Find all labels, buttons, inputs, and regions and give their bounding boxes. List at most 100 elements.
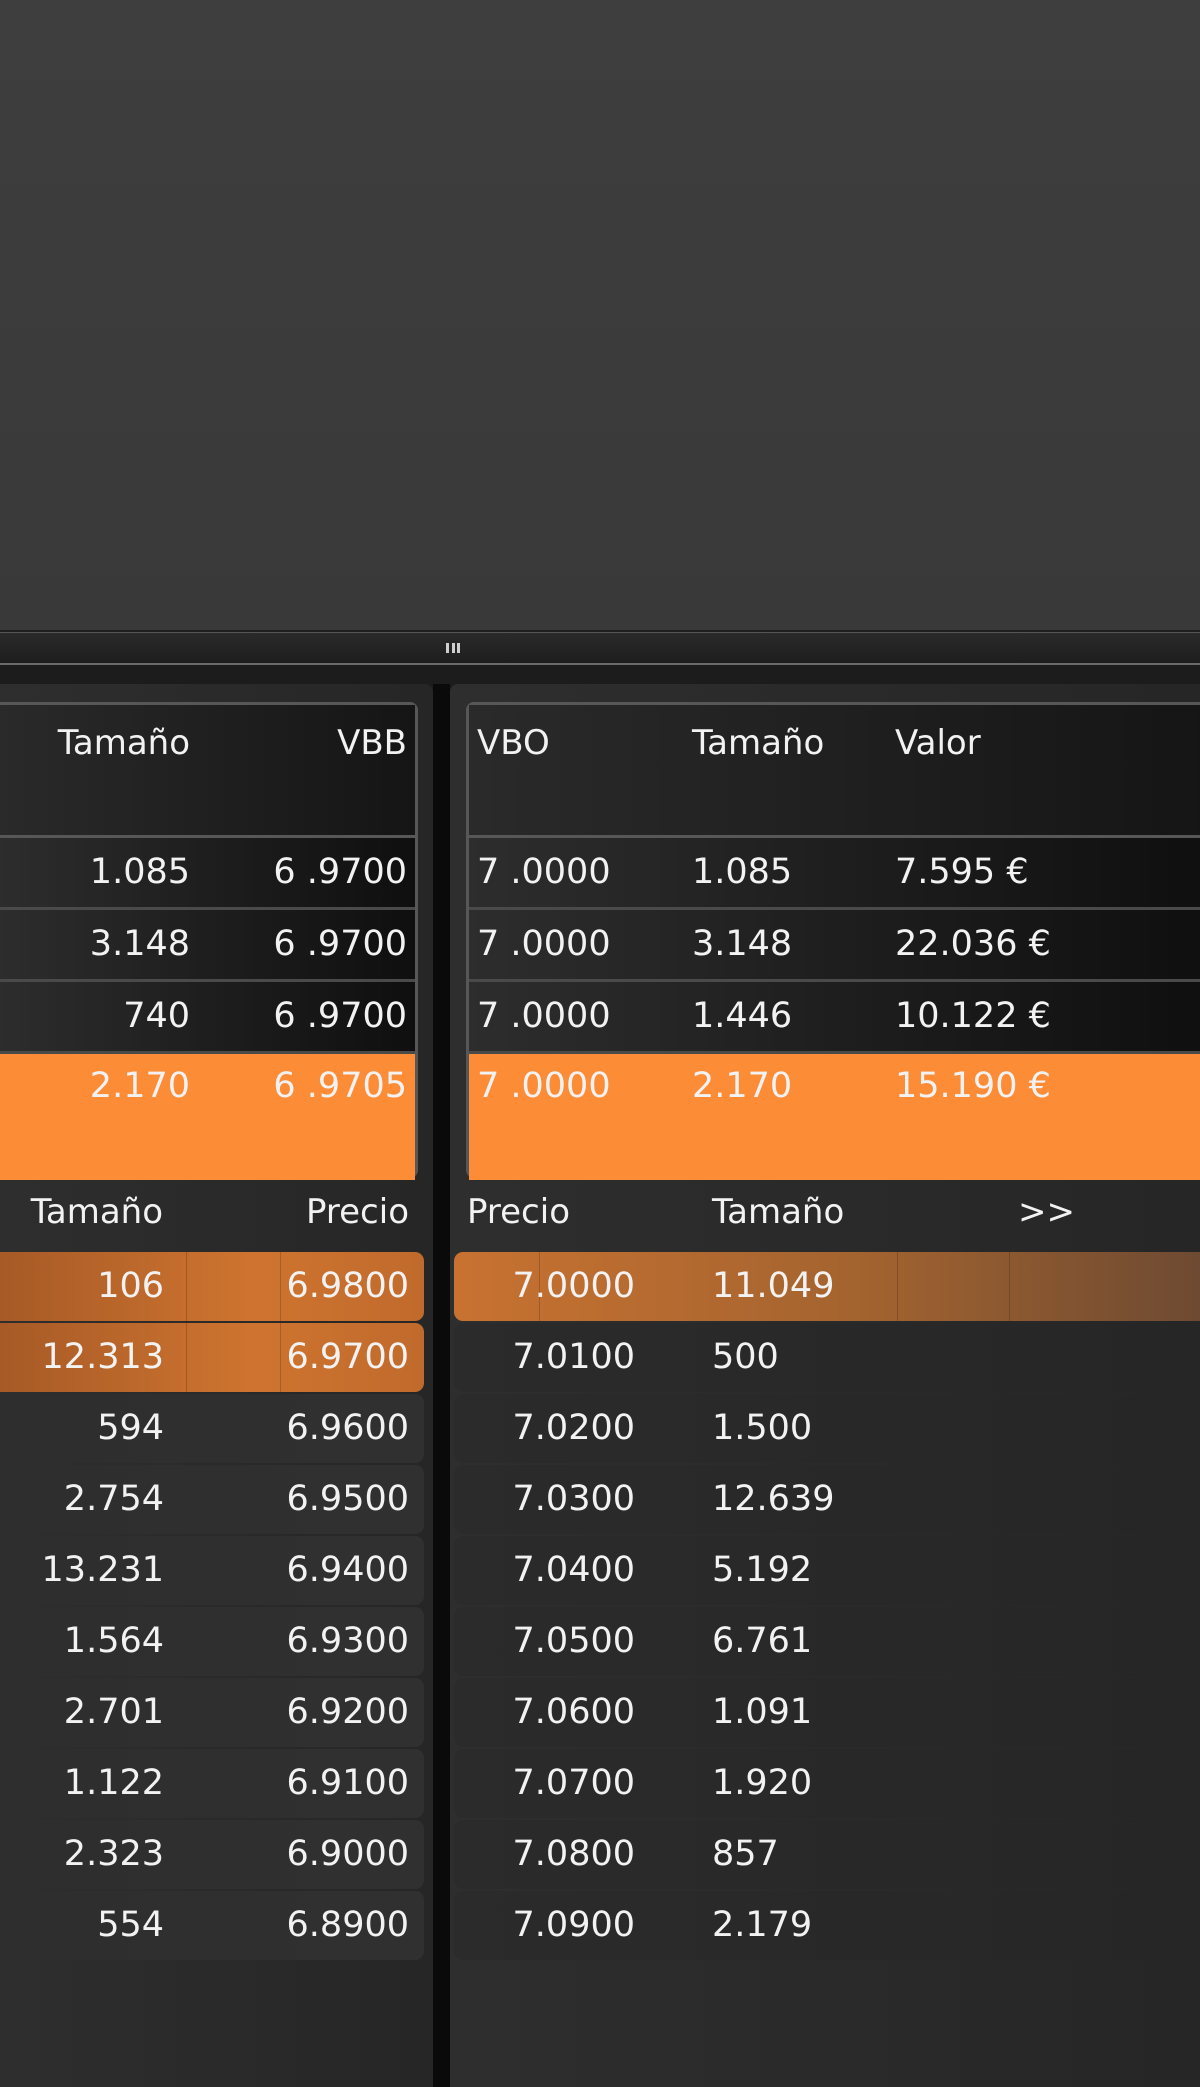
ask-depth-row[interactable]: 7.0400 5.192 [454, 1536, 1200, 1605]
bid-depth-price: 6.9100 [286, 1763, 409, 1803]
ask-depth-size-header[interactable]: Tamaño [712, 1192, 844, 1232]
bid-trade-size: 3.148 [89, 924, 190, 964]
bid-trade-price: 6 .9700 [273, 852, 407, 892]
bid-depth-row[interactable]: 2.754 6.9500 [0, 1465, 424, 1534]
bid-depth-row[interactable]: 13.231 6.9400 [0, 1536, 424, 1605]
ask-depth-size: 5.192 [712, 1550, 813, 1590]
bid-trades-size-header[interactable]: Tamaño [58, 723, 190, 763]
bid-trade-row-highlighted[interactable]: 2.170 6 .9705 [0, 1054, 415, 1180]
ask-depth-size: 1.091 [712, 1692, 813, 1732]
ask-depth-size: 12.639 [712, 1479, 835, 1519]
bid-trade-price: 6 .9705 [273, 1066, 407, 1106]
ask-depth-row[interactable]: 7.0500 6.761 [454, 1607, 1200, 1676]
ask-depth-price: 7.0300 [512, 1479, 635, 1519]
bid-depth-row[interactable]: 2.701 6.9200 [0, 1678, 424, 1747]
ask-trade-row[interactable]: 7 .0000 3.148 22.036 € [469, 910, 1200, 982]
bid-depth-row[interactable]: 106 6.9800 [0, 1252, 424, 1321]
bid-depth-row[interactable]: 12.313 6.9700 [0, 1323, 424, 1392]
ask-trade-price: 7 .0000 [477, 1066, 611, 1106]
ask-depth-price: 7.0500 [512, 1621, 635, 1661]
ask-depth-price: 7.0100 [512, 1337, 635, 1377]
bid-depth-price: 6.9200 [286, 1692, 409, 1732]
ask-trade-row[interactable]: 7 .0000 1.085 7.595 € [469, 838, 1200, 910]
ask-depth-price: 7.0600 [512, 1692, 635, 1732]
bid-depth-size: 594 [97, 1408, 164, 1448]
bid-depth-size: 1.122 [63, 1763, 164, 1803]
bid-depth-price: 6.9300 [286, 1621, 409, 1661]
ask-trades-price-header[interactable]: VBO [477, 723, 550, 763]
ask-depth-size: 857 [712, 1834, 779, 1874]
ask-trades-value-header[interactable]: Valor [895, 723, 981, 763]
ask-trade-size: 1.085 [692, 852, 793, 892]
ask-trades-size-header[interactable]: Tamaño [692, 723, 824, 763]
bid-depth-size: 554 [97, 1905, 164, 1945]
bid-depth-row[interactable]: 2.323 6.9000 [0, 1820, 424, 1889]
ask-depth-row[interactable]: 7.0900 2.179 [454, 1891, 1200, 1960]
bid-depth-price: 6.9800 [286, 1266, 409, 1306]
ask-depth-size: 2.179 [712, 1905, 813, 1945]
bid-trade-row[interactable]: 1.085 6 .9700 [0, 838, 415, 910]
ask-trade-price: 7 .0000 [477, 852, 611, 892]
ask-trade-row[interactable]: 7 .0000 1.446 10.122 € [469, 982, 1200, 1054]
ask-depth-size: 1.500 [712, 1408, 813, 1448]
ask-depth-row[interactable]: 7.0000 11.049 [454, 1252, 1200, 1321]
bid-trade-size: 740 [123, 996, 190, 1036]
bid-depth-price: 6.9700 [286, 1337, 409, 1377]
ask-trade-value: 7.595 € [895, 852, 1029, 892]
ask-trade-size: 2.170 [692, 1066, 793, 1106]
bid-depth-price: 6.9000 [286, 1834, 409, 1874]
bid-depth-size: 1.564 [63, 1621, 164, 1661]
ask-depth-row[interactable]: 7.0300 12.639 [454, 1465, 1200, 1534]
bid-trade-row[interactable]: 740 6 .9700 [0, 982, 415, 1054]
ask-depth-size: 11.049 [712, 1266, 835, 1306]
bid-trades-header: Tamaño VBB [0, 705, 415, 838]
ask-depth-price: 7.0900 [512, 1905, 635, 1945]
ask-depth-row[interactable]: 7.0600 1.091 [454, 1678, 1200, 1747]
panel-splitter[interactable] [0, 632, 1200, 665]
bid-depth-size: 12.313 [41, 1337, 164, 1377]
ask-trade-row-highlighted[interactable]: 7 .0000 2.170 15.190 € [469, 1054, 1200, 1180]
ask-depth-row[interactable]: 7.0800 857 [454, 1820, 1200, 1889]
ask-depth-size: 6.761 [712, 1621, 813, 1661]
bid-depth-size-header[interactable]: Tamaño [31, 1192, 163, 1232]
bid-depth-price: 6.9600 [286, 1408, 409, 1448]
bid-depth-price-header[interactable]: Precio [306, 1192, 409, 1232]
ask-depth-row[interactable]: 7.0700 1.920 [454, 1749, 1200, 1818]
panel-divider [433, 684, 450, 2087]
ask-depth-size: 500 [712, 1337, 779, 1377]
bid-depth-size: 13.231 [41, 1550, 164, 1590]
bid-depth-row[interactable]: 594 6.9600 [0, 1394, 424, 1463]
bid-depth-row[interactable]: 554 6.8900 [0, 1891, 424, 1960]
ask-depth-price: 7.0200 [512, 1408, 635, 1448]
ask-depth-price: 7.0000 [512, 1266, 635, 1306]
bid-trades-table: Tamaño VBB 1.085 6 .9700 3.148 6 .9700 7… [0, 702, 418, 1180]
ask-trades-header: VBO Tamaño Valor [469, 705, 1200, 838]
bid-trade-price: 6 .9700 [273, 924, 407, 964]
ask-trade-value: 22.036 € [895, 924, 1051, 964]
ask-depth-row[interactable]: 7.0200 1.500 [454, 1394, 1200, 1463]
ask-trade-size: 3.148 [692, 924, 793, 964]
bid-depth-size: 2.323 [63, 1834, 164, 1874]
ask-trade-price: 7 .0000 [477, 996, 611, 1036]
drag-handle-icon[interactable] [446, 643, 460, 653]
bid-trades-price-header[interactable]: VBB [337, 723, 407, 763]
bid-depth-size: 106 [97, 1266, 164, 1306]
ask-depth-price-header[interactable]: Precio [467, 1192, 570, 1232]
bid-trade-row[interactable]: 3.148 6 .9700 [0, 910, 415, 982]
ask-trade-size: 1.446 [692, 996, 793, 1036]
ask-depth-size: 1.920 [712, 1763, 813, 1803]
bid-depth-row[interactable]: 1.564 6.9300 [0, 1607, 424, 1676]
bid-depth-size: 2.754 [63, 1479, 164, 1519]
ask-trade-value: 10.122 € [895, 996, 1051, 1036]
bid-depth-price: 6.9500 [286, 1479, 409, 1519]
ask-trade-value: 15.190 € [895, 1066, 1051, 1106]
ask-depth-row[interactable]: 7.0100 500 [454, 1323, 1200, 1392]
bid-trade-size: 1.085 [89, 852, 190, 892]
expand-columns-button[interactable]: >> [1018, 1192, 1075, 1232]
bid-depth-price: 6.9400 [286, 1550, 409, 1590]
ask-trades-table: VBO Tamaño Valor 7 .0000 1.085 7.595 € 7… [466, 702, 1200, 1180]
bid-depth-row[interactable]: 1.122 6.9100 [0, 1749, 424, 1818]
ask-depth-price: 7.0800 [512, 1834, 635, 1874]
chart-area[interactable] [0, 0, 1200, 632]
ask-depth-price: 7.0700 [512, 1763, 635, 1803]
